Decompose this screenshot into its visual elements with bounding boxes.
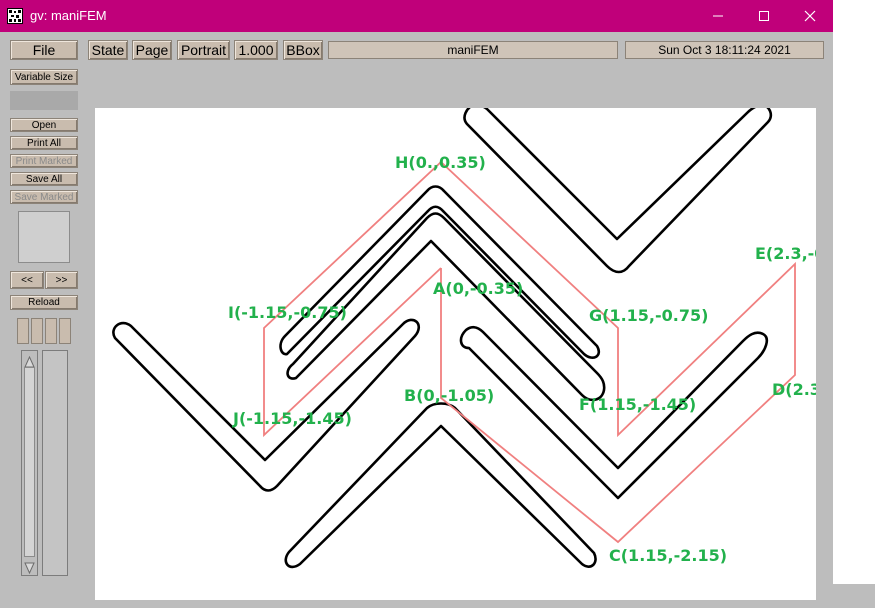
postscript-page: A(0,-0.35) B(0,-1.05) C(1.15,-2.15) D(2.… (95, 103, 875, 600)
filename-display: maniFEM (328, 41, 618, 59)
maximize-button[interactable] (741, 0, 787, 32)
scroll-down-arrow[interactable] (24, 559, 35, 575)
panner[interactable] (17, 318, 71, 344)
prev-page-button[interactable]: << (10, 271, 44, 289)
point-label-b: B(0,-1.05) (404, 386, 494, 405)
bbox-menu-button[interactable]: BBox (283, 40, 323, 60)
scale-menu-button[interactable]: 1.000 (234, 40, 278, 60)
page-viewport[interactable]: A(0,-0.35) B(0,-1.05) C(1.15,-2.15) D(2.… (88, 98, 875, 608)
scroll-thumb[interactable] (24, 367, 35, 557)
reload-button[interactable]: Reload (10, 295, 78, 310)
file-menu-button[interactable]: File (10, 40, 78, 60)
gv-app-icon (7, 8, 23, 24)
point-label-j: J(-1.15,-1.45) (232, 409, 352, 428)
save-marked-button[interactable]: Save Marked (10, 190, 78, 204)
shape-upper-chevron (463, 103, 773, 274)
point-label-i: I(-1.15,-0.75) (228, 303, 347, 322)
next-page-button[interactable]: >> (45, 271, 78, 289)
close-button[interactable] (787, 0, 833, 32)
orientation-menu-button[interactable]: Portrait (177, 40, 230, 60)
window-title: gv: maniFEM (30, 8, 107, 23)
point-label-g: G(1.15,-0.75) (589, 306, 708, 325)
vertical-scrollbar[interactable] (21, 350, 38, 576)
maximize-icon (759, 11, 769, 21)
page-drawing: A(0,-0.35) B(0,-1.05) C(1.15,-2.15) D(2.… (112, 103, 875, 569)
gv-main-window: File State Page Portrait 1.000 BBox mani… (0, 32, 875, 608)
save-all-button[interactable]: Save All (10, 172, 78, 186)
open-button[interactable]: Open (10, 118, 78, 132)
datetime-display: Sun Oct 3 18:11:24 2021 (625, 41, 824, 59)
scroll-track-panel (42, 350, 68, 576)
point-label-e: E(2.3,-0.35) (755, 244, 816, 263)
title-bar: gv: maniFEM (0, 0, 833, 32)
page-list[interactable] (18, 211, 70, 263)
point-label-h: H(0.,0.35) (395, 153, 486, 172)
point-label-a: A(0,-0.35) (433, 279, 523, 298)
point-label-f: F(1.15,-1.45) (579, 395, 696, 414)
page-menu-button[interactable]: Page (132, 40, 172, 60)
scroll-up-arrow[interactable] (24, 353, 35, 368)
print-all-button[interactable]: Print All (10, 136, 78, 150)
variable-size-button[interactable]: Variable Size (10, 69, 78, 85)
desktop-background (833, 0, 875, 584)
minimize-button[interactable] (695, 0, 741, 32)
point-label-d: D(2.3,-1.05) (772, 380, 816, 399)
minimize-icon (713, 15, 723, 17)
point-label-c: C(1.15,-2.15) (609, 546, 727, 565)
print-marked-button[interactable]: Print Marked (10, 154, 78, 168)
close-icon (804, 10, 816, 22)
status-area (10, 91, 78, 110)
state-menu-button[interactable]: State (88, 40, 128, 60)
